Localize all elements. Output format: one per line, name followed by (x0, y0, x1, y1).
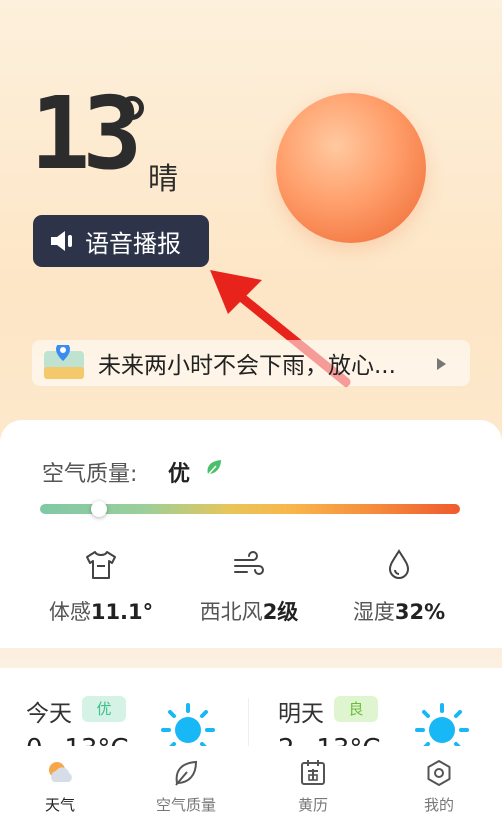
leaf-icon (206, 460, 221, 477)
bottom-tab-bar: 天气 空气质量 黄历 我的 (0, 746, 502, 818)
humidity-stat: 湿度32% (324, 548, 474, 626)
tab-profile[interactable]: 我的 (384, 758, 494, 815)
current-temperature: 13 (30, 75, 142, 192)
forecast-divider (248, 698, 249, 750)
air-quality-card: 空气质量: 优 体感11.1° 西北风2级 湿度32% (0, 420, 502, 648)
tab-weather[interactable]: 天气 (5, 758, 115, 815)
humidity-label: 湿度 (352, 600, 395, 624)
wind-stat: 西北风2级 (174, 548, 324, 626)
calendar-icon (301, 760, 325, 785)
wind-label: 西北风 (199, 600, 263, 624)
feels-like-value: 11.1° (90, 600, 154, 624)
leaf-icon (175, 760, 198, 786)
humidity-value: 32% (394, 600, 446, 624)
voice-broadcast-label: 语音播报 (85, 229, 181, 258)
today-label: 今天 (26, 701, 72, 727)
tab-weather-label: 天气 (44, 796, 75, 814)
rain-forecast-text: 未来两小时不会下雨，放心... (98, 353, 396, 379)
speaker-icon (51, 231, 72, 251)
profile-icon (427, 760, 451, 786)
degree-symbol (120, 96, 144, 120)
air-quality-value: 优 (168, 462, 191, 487)
tab-almanac[interactable]: 黄历 (258, 758, 368, 815)
tomorrow-label: 明天 (278, 701, 324, 727)
map-icon (44, 345, 84, 379)
air-quality-indicator (90, 501, 107, 517)
voice-broadcast-button[interactable]: 语音播报 (33, 215, 209, 267)
wind-icon (234, 551, 264, 575)
chevron-right-icon (437, 358, 446, 370)
weather-icon (49, 762, 72, 782)
tab-air-quality[interactable]: 空气质量 (131, 758, 241, 815)
tab-air-quality-label: 空气质量 (155, 796, 216, 814)
feels-like-stat: 体感11.1° (26, 548, 176, 626)
air-quality-label: 空气质量: (42, 462, 138, 487)
weather-condition: 晴 (148, 162, 178, 197)
today-aqi-badge: 优 (82, 696, 126, 722)
tomorrow-aqi-badge: 良 (334, 696, 378, 722)
sun-illustration (276, 93, 426, 243)
tab-almanac-label: 黄历 (297, 796, 328, 814)
tab-profile-label: 我的 (423, 796, 454, 814)
wind-value: 2级 (262, 600, 299, 624)
rain-forecast-bar[interactable]: 未来两小时不会下雨，放心... (32, 340, 470, 386)
tshirt-icon (86, 551, 116, 579)
feels-like-label: 体感 (48, 600, 91, 624)
water-drop-icon (388, 549, 410, 579)
